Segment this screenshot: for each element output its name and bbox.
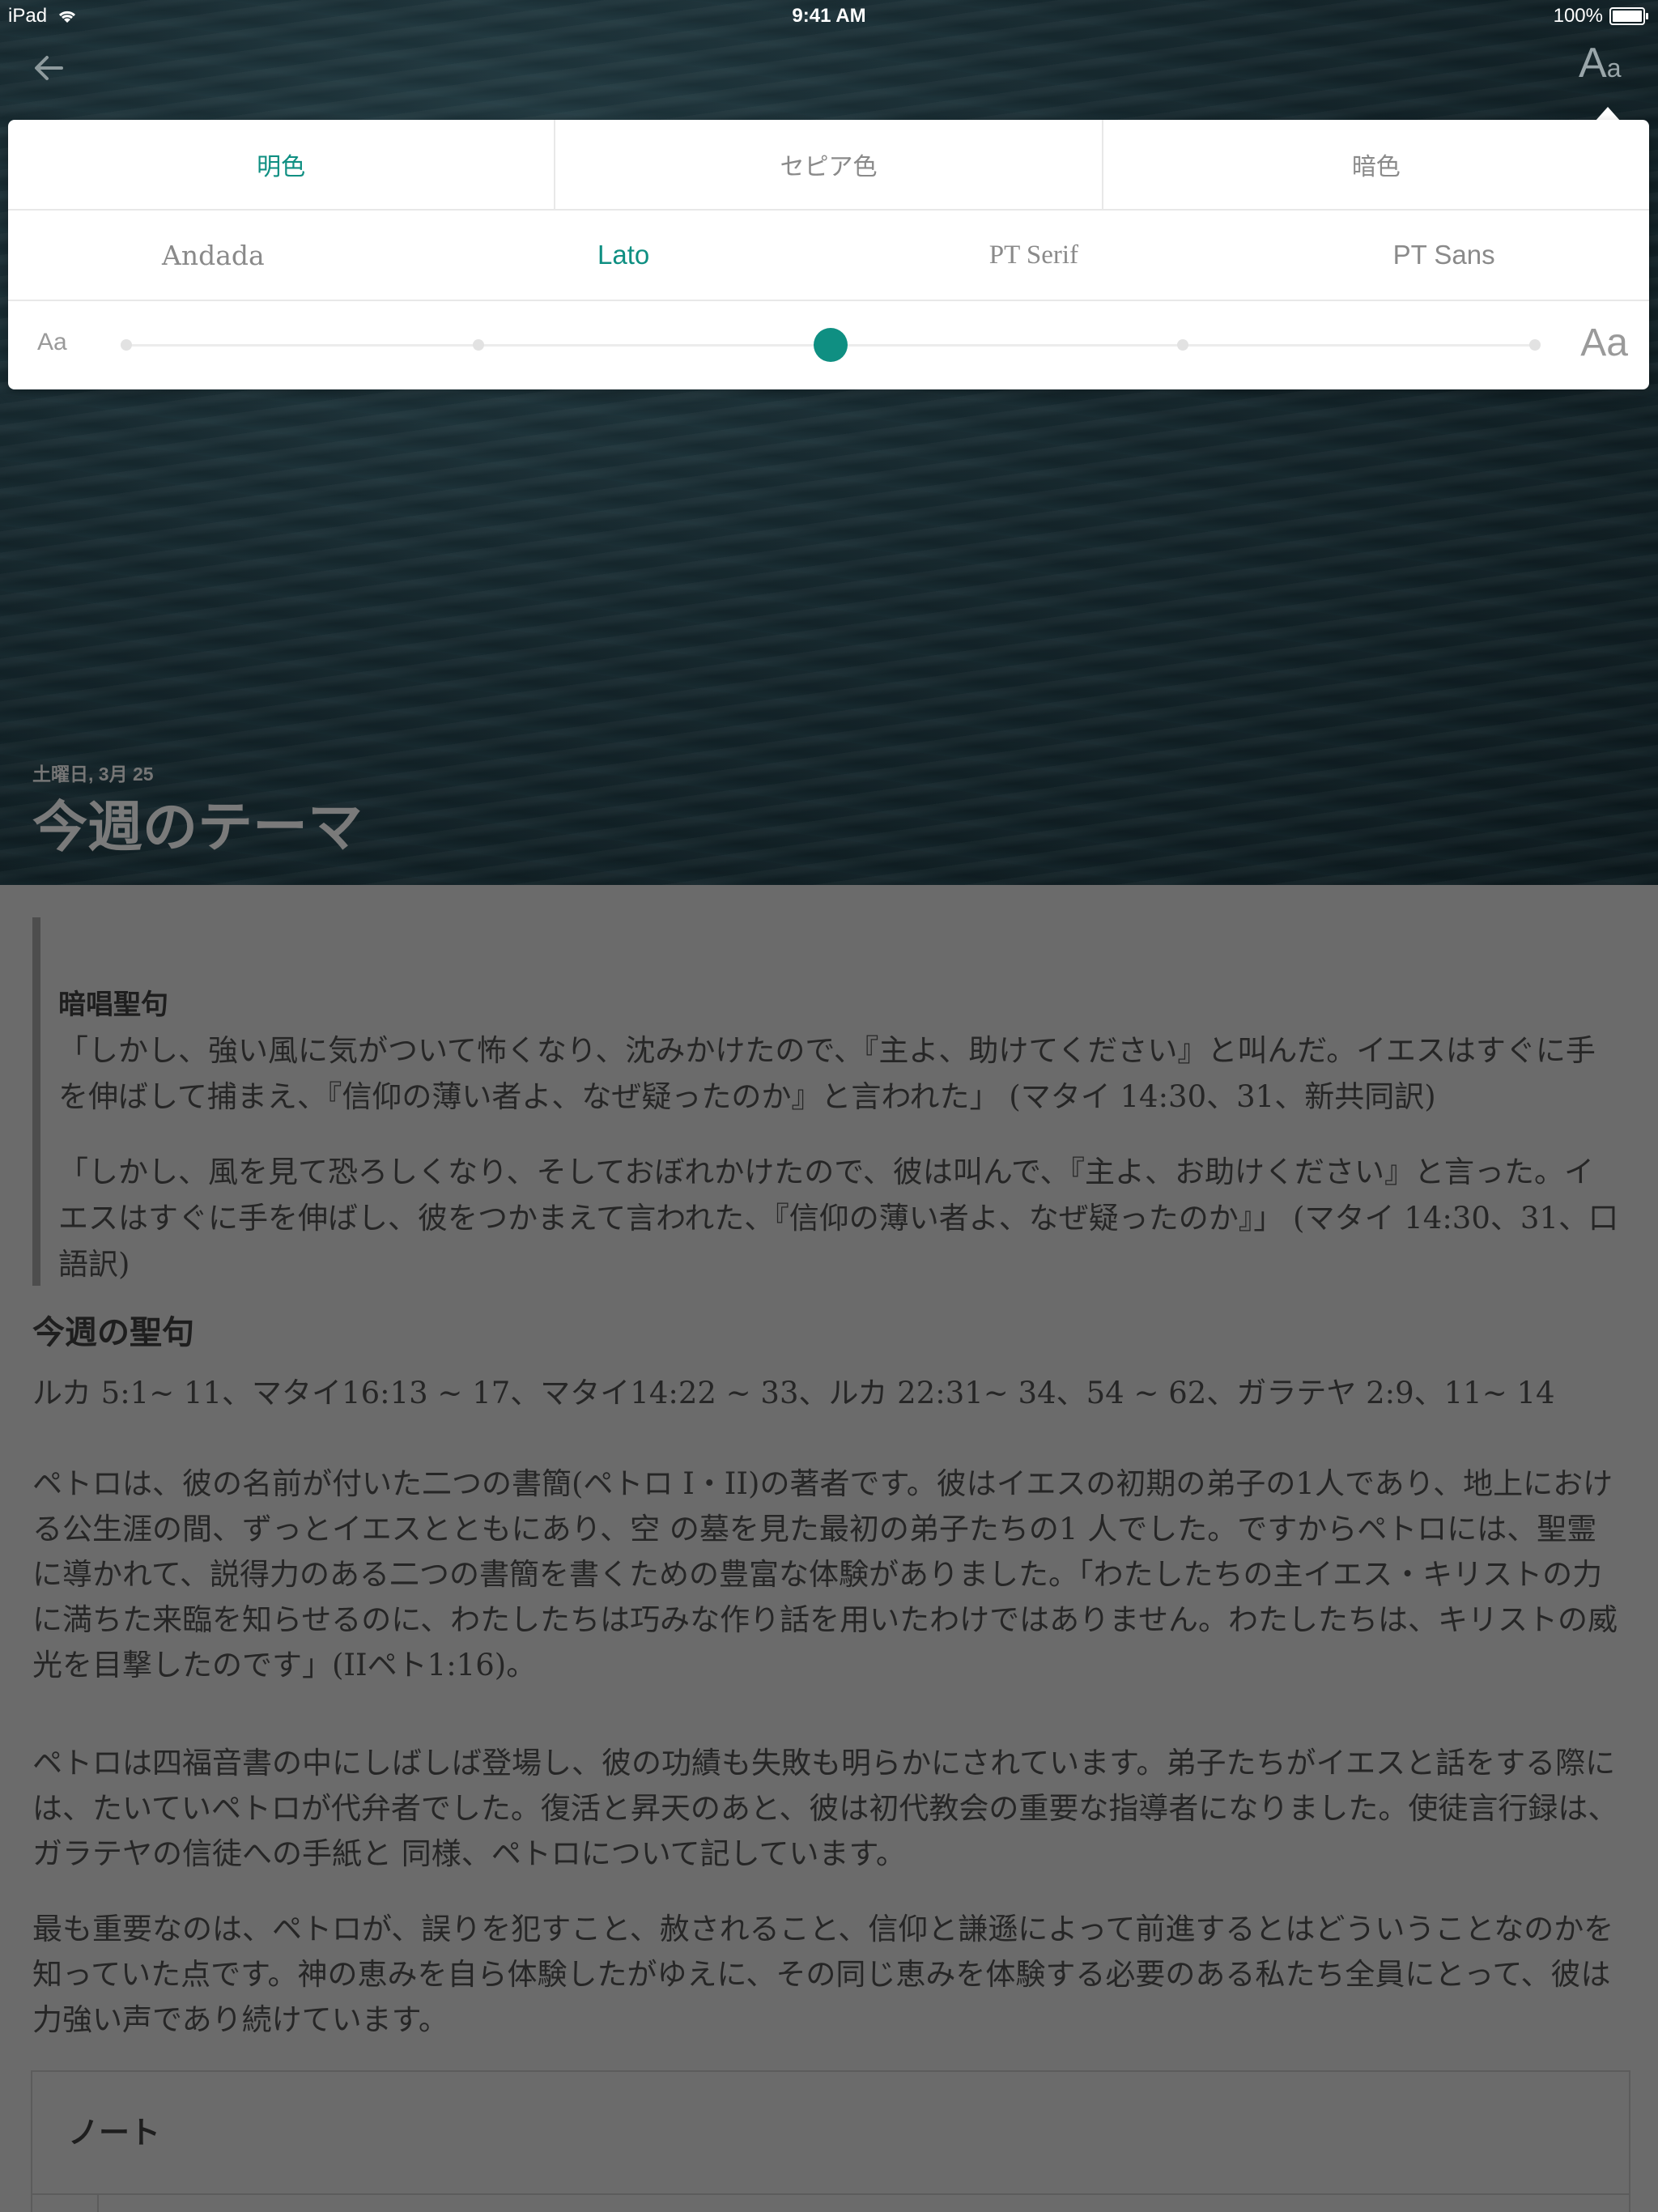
notes-heading: ノート	[68, 2115, 161, 2150]
font-option-lato[interactable]: Lato	[419, 211, 829, 300]
font-size-row: Aa Aa	[8, 301, 1649, 389]
font-size-slider-stop[interactable]	[473, 339, 484, 351]
reading-heading: 今週の聖句	[32, 1314, 194, 1351]
theme-option-light[interactable]: 明色	[8, 120, 556, 209]
back-arrow-icon[interactable]	[29, 49, 68, 87]
font-size-slider-stop[interactable]	[1177, 339, 1188, 351]
notes-section[interactable]: ノート	[31, 2070, 1630, 2212]
font-size-slider-stop[interactable]	[1529, 339, 1541, 351]
lesson-title: 今週のテーマ	[32, 796, 363, 860]
notes-divider	[32, 2193, 1629, 2195]
status-time: 9:41 AM	[792, 5, 866, 27]
font-settings-icon-big: A	[1579, 40, 1607, 87]
memory-verse-heading: 暗唱聖句	[58, 989, 168, 1021]
font-option-label: Lato	[597, 240, 650, 270]
font-size-slider-stop[interactable]	[121, 339, 132, 351]
theme-option-label: 暗色	[1351, 153, 1401, 181]
lesson-paragraph: 最も重要なのは、ペトロが、誤りを犯すこと、赦されること、信仰と謙遜によって前進す…	[32, 1912, 1614, 2037]
battery-icon	[1609, 7, 1648, 25]
font-settings-icon-small: a	[1606, 53, 1622, 83]
font-size-slider-thumb[interactable]	[814, 328, 848, 362]
font-option-andada[interactable]: Andada	[8, 211, 419, 300]
theme-option-label: セピア色	[780, 153, 878, 181]
memory-verse-text: 「しかし、風を見て恐ろしくなり、そしておぼれかけたので、彼は叫んで、『主よ、お助…	[58, 1155, 1618, 1282]
lesson-paragraph: ペトロは四福音書の中にしばしば登場し、彼の功績も失敗も明らかにされています。弟子…	[32, 1746, 1618, 1871]
font-option-pt-sans[interactable]: PT Sans	[1239, 211, 1649, 300]
battery-percent: 100%	[1553, 5, 1603, 27]
font-option-label: PT Sans	[1392, 240, 1495, 270]
memory-verse-block: 暗唱聖句 「しかし、強い風に気がついて怖くなり、沈みかけたので、『主よ、助けてく…	[32, 917, 1627, 1286]
lesson-content: 暗唱聖句 「しかし、強い風に気がついて怖くなり、沈みかけたので、『主よ、助けてく…	[0, 885, 1658, 2212]
font-size-small-label: Aa	[37, 329, 67, 355]
font-option-label: PT Serif	[988, 240, 1079, 270]
notes-margin-line	[97, 2193, 99, 2212]
lesson-paragraph: ペトロは、彼の名前が付いた二つの書簡(ペトロ I・II)の著者です。彼はイエスの…	[32, 1466, 1618, 1682]
font-settings-button[interactable]: Aa	[1579, 39, 1635, 96]
status-bar: iPad 9:41 AM 100%	[0, 0, 1658, 32]
reading-references: ルカ 5:1~ 11、マタイ16:13 ~ 17、マタイ14:22 ~ 33、ル…	[32, 1376, 1555, 1410]
reader-settings-popover: 明色 セピア色 暗色 Andada Lato PT Serif PT Sans	[8, 120, 1649, 389]
theme-option-label: 明色	[257, 153, 306, 181]
memory-verse-text: 「しかし、強い風に気がついて怖くなり、沈みかけたので、『主よ、助けてください』と…	[58, 1033, 1596, 1114]
status-right: 100%	[1553, 5, 1648, 28]
theme-selector: 明色 セピア色 暗色	[8, 120, 1649, 211]
font-selector: Andada Lato PT Serif PT Sans	[8, 211, 1649, 301]
font-option-label: Andada	[162, 239, 265, 271]
font-option-pt-serif[interactable]: PT Serif	[829, 211, 1239, 300]
battery-fill	[1613, 11, 1642, 22]
theme-option-dark[interactable]: 暗色	[1103, 120, 1649, 209]
theme-option-sepia[interactable]: セピア色	[555, 120, 1103, 209]
reader-screen: iPad 9:41 AM 100% Aa 明色 セピア色 暗色 Andada L…	[0, 0, 1658, 2212]
font-size-large-label: Aa	[1580, 321, 1628, 364]
